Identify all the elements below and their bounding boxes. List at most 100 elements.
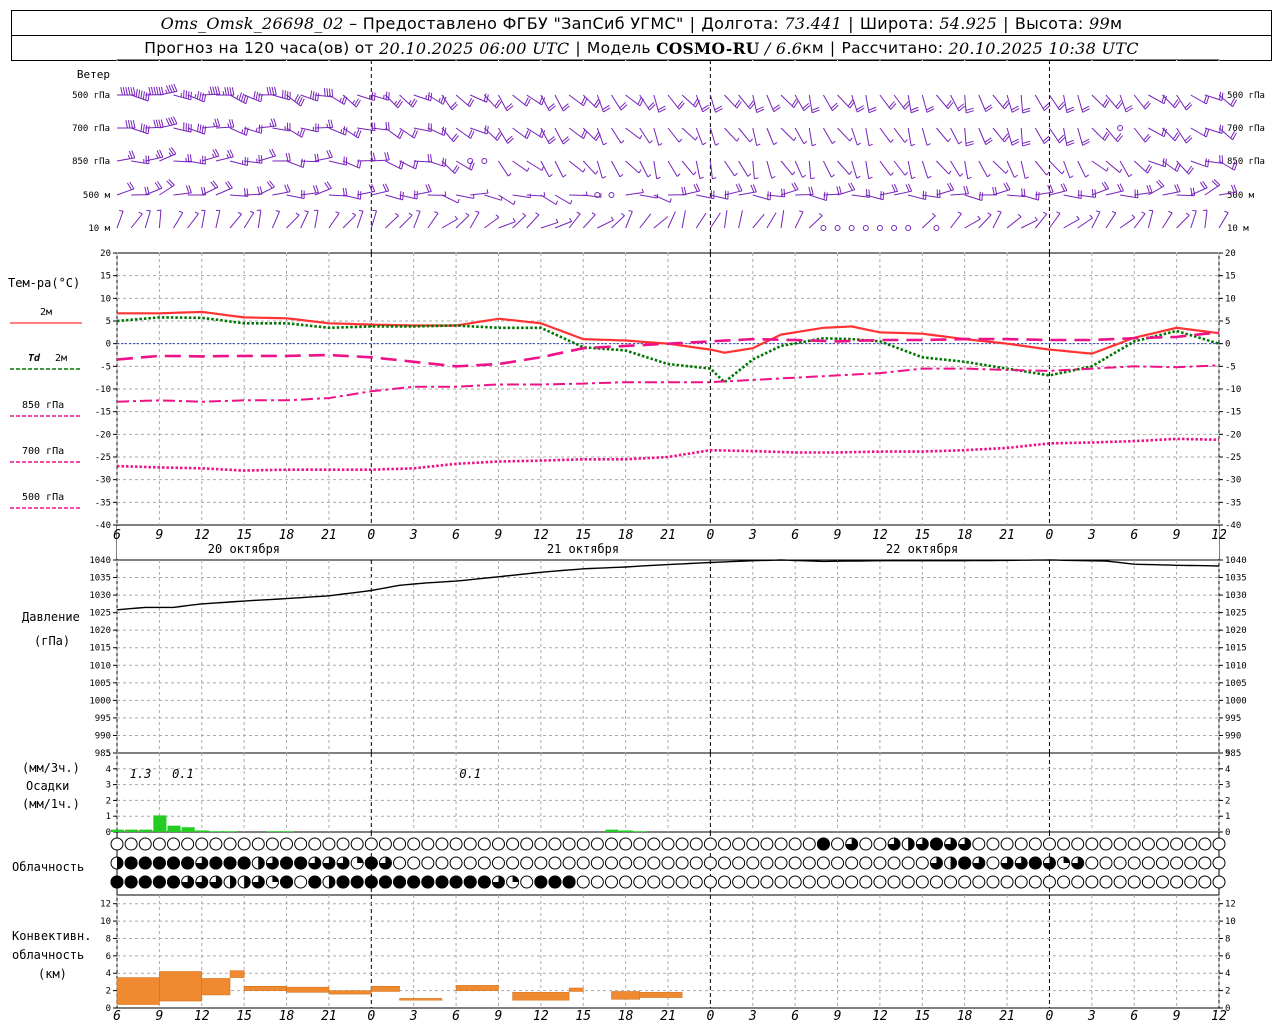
cloud-circle [1127,837,1141,851]
cloud-circle [915,856,929,870]
cloud-full [534,875,548,889]
x-tick-label: 12 [872,528,888,543]
meteogram: 20 2015 1510 105 50 0-5 -5-10 -10-15 -15-20 -20-2… [8,59,1265,1024]
cloud-circle [393,837,407,851]
wind-flag [483,93,487,102]
cloud-circle [816,875,830,889]
precip-bar [619,830,633,832]
wind-barb [385,215,399,229]
pressure-tick-left: 1015 [89,644,111,654]
wind-flag [1106,167,1109,172]
x-tick-label: 12 [1211,528,1227,543]
cloud-half [244,876,251,888]
x-tick-label: 15 [575,528,591,543]
wind-barb [724,210,728,229]
wind-barb [582,214,596,229]
wind-barb [738,160,749,177]
cloud-circle [732,856,746,870]
wind-flag [802,174,807,178]
wind-barb [1077,160,1087,178]
wind-flag [890,172,894,176]
wind-barb [455,194,474,199]
wind-flag [226,87,230,96]
x-tick-label-bottom: 12 [533,1009,549,1024]
precip-tick-left: 1 [106,812,111,822]
cloud-quarter [1063,857,1070,863]
precip-label: 0.1 [172,767,194,781]
wind-barb [1006,160,1015,178]
wind-flag [288,152,291,161]
wind-flag [211,153,215,158]
wind-flag [803,140,808,145]
wind-flag [275,210,280,212]
cloud-circle [873,856,887,870]
wind-flag [189,154,192,163]
cloud-circle [647,856,661,870]
cloud-circle [1155,837,1169,851]
wind-flag [868,106,877,111]
cloud-quarter [272,876,279,882]
wind-flag [394,212,399,217]
wind-level-left: 10 м [88,224,110,234]
wind-flag [512,218,516,222]
cloud-full [463,875,477,889]
wind-barb [964,218,981,229]
wind-flag [1049,184,1054,193]
cloud-circle [887,875,901,889]
cloud-circle [703,837,717,851]
wind-flag [734,172,738,177]
cloud-circle [1212,875,1226,889]
wind-level-right: 700 гПа [1227,124,1265,134]
pressure-tick-left: 1000 [89,696,111,706]
wind-flag [747,173,752,177]
wind-barb [921,215,936,229]
cloud-circle [859,875,873,889]
wind-flag [693,171,697,176]
wind-barb [1133,213,1146,229]
precip-bar [266,831,280,832]
wind-flag [603,142,608,146]
wind-flag [314,92,317,101]
temp-label: Тем-ра(°C) [8,276,80,290]
cloud-circle [1184,875,1198,889]
cloud-circle [1113,856,1127,870]
cloud-full [209,856,223,870]
wind-flag [948,170,952,175]
wind-flag [309,90,313,99]
cloud-circle [251,837,265,851]
wind-barb [582,160,596,175]
cloud-circle [576,837,590,851]
wind-barb [215,210,221,229]
cloud-full [548,875,562,889]
wind-flag [357,130,362,139]
wind-flag [1091,188,1094,198]
wind-flag [226,154,229,159]
wind-flag [749,138,753,143]
wind-flag [683,186,687,195]
conv-tick-right: 12 [1225,900,1236,910]
wind-barb [851,160,858,179]
x-tick-label-bottom: 15 [914,1009,930,1024]
wind-flag [1128,173,1133,178]
wind-flag [977,215,981,220]
wind-barb [752,213,765,229]
cloud-circle [110,837,124,851]
wind-flag [639,135,643,140]
cloud-circle [633,856,647,870]
wind-flag [281,89,284,98]
temp-tick-left: -5 [100,362,111,372]
wind-flag [150,86,154,95]
temp-tick-left: 15 [100,272,111,282]
cloud-circle [548,837,562,851]
wind-flag [300,158,303,167]
x-tick-label-bottom: 15 [236,1009,252,1024]
wind-flag [1066,109,1075,114]
wind-flag [1192,187,1196,196]
wind-flag [253,90,256,100]
wind-barb [512,160,528,172]
cloud-circle [364,837,378,851]
temp-tick-right: -35 [1225,498,1241,508]
wind-flag [209,86,213,95]
wind-flag [217,86,221,95]
cloud-circle [336,837,350,851]
